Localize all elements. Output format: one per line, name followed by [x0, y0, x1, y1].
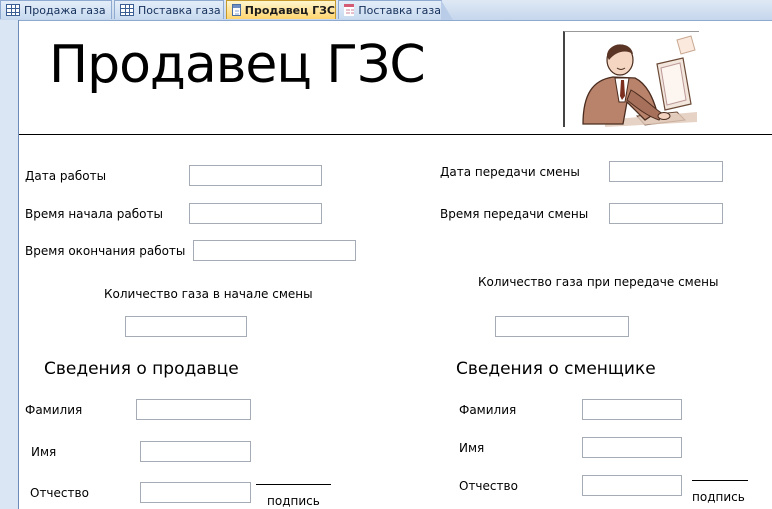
end-time-field[interactable]	[193, 240, 356, 261]
tab-seller-form[interactable]: Продавец ГЗС	[226, 0, 336, 19]
gas-start-field[interactable]	[125, 316, 247, 337]
handover-time-label: Время передачи смены	[440, 207, 589, 221]
relief-signature-caption: подпись	[692, 490, 745, 504]
relief-patronymic-label: Отчество	[459, 479, 518, 493]
relief-name-field[interactable]	[582, 437, 682, 458]
relief-surname-label: Фамилия	[459, 403, 517, 417]
work-date-label: Дата работы	[25, 169, 107, 183]
handover-date-label: Дата передачи смены	[440, 165, 580, 179]
tab-edge	[441, 0, 453, 20]
clipart-man-at-computer-image	[563, 31, 699, 127]
seller-name-field[interactable]	[140, 441, 251, 462]
gas-handover-label: Количество газа при передаче смены	[478, 275, 719, 289]
gas-start-label: Количество газа в начале смены	[104, 287, 313, 301]
start-time-field[interactable]	[189, 203, 322, 224]
relief-signature-line	[692, 480, 748, 481]
seller-patronymic-field[interactable]	[140, 482, 251, 503]
end-time-label: Время окончания работы	[25, 244, 186, 258]
record-selector-bar[interactable]	[0, 20, 19, 509]
form-icon	[344, 4, 355, 16]
relief-name-label: Имя	[459, 441, 485, 455]
seller-signature-line	[256, 484, 331, 485]
handover-date-field[interactable]	[609, 161, 723, 182]
seller-patronymic-label: Отчество	[30, 486, 89, 500]
tab-supply-gas-form[interactable]: Поставка газа	[338, 0, 453, 20]
seller-name-label: Имя	[31, 445, 57, 459]
seller-section-heading: Сведения о продавце	[44, 359, 239, 379]
relief-section-heading: Сведения о сменщике	[456, 359, 656, 379]
form-icon	[232, 4, 241, 16]
gas-handover-field[interactable]	[495, 316, 629, 337]
seller-surname-field[interactable]	[136, 399, 251, 420]
table-icon	[120, 4, 134, 16]
relief-patronymic-field[interactable]	[582, 475, 682, 496]
document-tab-bar: Продажа газа Поставка газа Продавец ГЗС …	[0, 0, 772, 21]
table-icon	[6, 4, 20, 16]
relief-surname-field[interactable]	[582, 399, 682, 420]
seller-surname-label: Фамилия	[25, 403, 83, 417]
form-title: Продавец ГЗС	[49, 35, 426, 95]
tab-supply-gas-table[interactable]: Поставка газа	[114, 0, 224, 19]
work-date-field[interactable]	[189, 165, 322, 186]
clipart-illustration	[582, 35, 697, 127]
tab-sales-gas-table[interactable]: Продажа газа	[0, 0, 112, 19]
header-divider	[19, 134, 772, 135]
start-time-label: Время начала работы	[25, 207, 163, 221]
handover-time-field[interactable]	[609, 203, 723, 224]
seller-signature-caption: подпись	[267, 494, 320, 508]
